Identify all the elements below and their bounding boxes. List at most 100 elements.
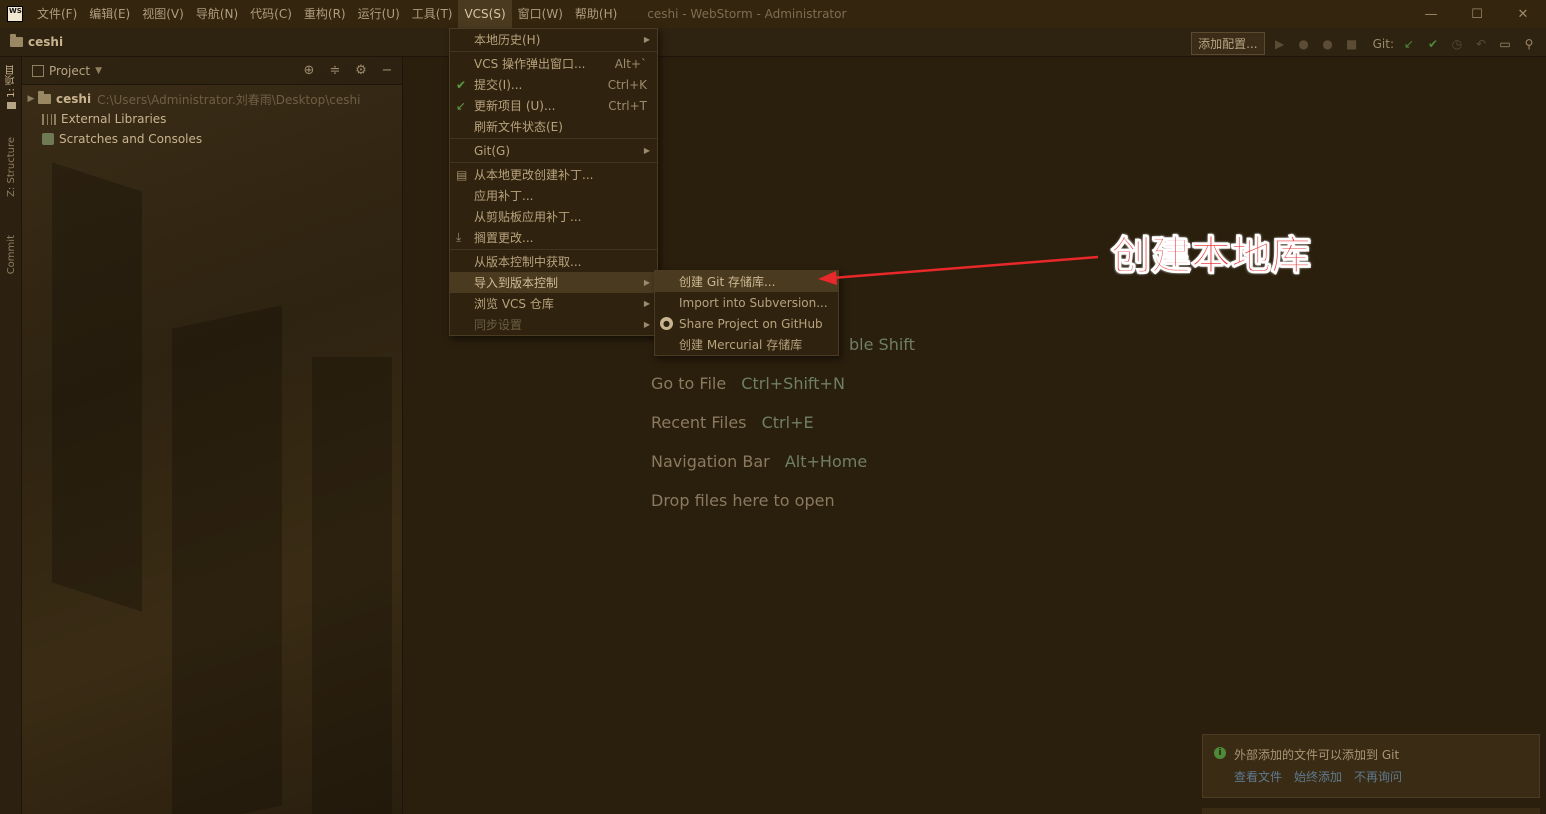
menu-item-label: 从剪贴板应用补丁... bbox=[474, 210, 582, 224]
menu-item-label: VCS 操作弹出窗口... bbox=[474, 57, 586, 71]
hide-panel-icon[interactable]: − bbox=[378, 63, 396, 79]
annotation-label: 创建本地库 bbox=[1111, 233, 1312, 280]
background-building bbox=[312, 357, 392, 814]
tree-item-external-libraries[interactable]: External Libraries bbox=[22, 109, 402, 129]
notification-message: 外部添加的文件可以添加到 Git bbox=[1234, 748, 1400, 762]
menu-tools[interactable]: 工具(T) bbox=[406, 0, 459, 28]
dont-ask-again-link[interactable]: 不再询问 bbox=[1354, 768, 1402, 785]
menu-item-label: 导入到版本控制 bbox=[474, 276, 559, 290]
always-add-link[interactable]: 始终添加 bbox=[1294, 768, 1342, 785]
tree-item-label: Scratches and Consoles bbox=[59, 132, 203, 146]
menu-item-get-from-vcs[interactable]: 从版本控制中获取... bbox=[450, 251, 657, 272]
submenu-item-create-mercurial-repo[interactable]: 创建 Mercurial 存储库 bbox=[655, 334, 838, 355]
folder-icon bbox=[38, 91, 51, 104]
chevron-down-icon[interactable]: ▼ bbox=[95, 66, 102, 76]
menu-item-label: 更新项目 (U)... bbox=[474, 99, 556, 113]
search-icon[interactable]: ⚲ bbox=[1520, 35, 1538, 53]
hint-drop-files: Drop files here to open bbox=[651, 491, 835, 510]
coverage-icon[interactable]: ● bbox=[1319, 35, 1337, 53]
title-bar: WS 文件(F) 编辑(E) 视图(V) 导航(N) 代码(C) 重构(R) 运… bbox=[0, 0, 1546, 28]
submenu-arrow-icon: ▶ bbox=[643, 320, 650, 329]
run-toolbar: 添加配置... ▶ ● ● ■ Git: ↙ ✔ ◷ ↶ ▭ ⚲ bbox=[1191, 32, 1538, 55]
minimize-button[interactable]: — bbox=[1408, 0, 1454, 28]
project-view-selector[interactable]: Project bbox=[49, 64, 90, 78]
menu-navigate[interactable]: 导航(N) bbox=[190, 0, 244, 28]
project-panel-actions: ⊕ ≑ ⚙ − bbox=[300, 63, 396, 79]
menu-item-label: 浏览 VCS 仓库 bbox=[474, 297, 554, 311]
expand-arrow-icon[interactable]: ▶ bbox=[24, 94, 38, 104]
git-rollback-icon[interactable]: ↶ bbox=[1472, 35, 1490, 53]
hint-navigation-bar: Navigation Bar Alt+Home bbox=[651, 452, 867, 471]
menu-item-label: 应用补丁... bbox=[474, 189, 534, 203]
hint-key: Ctrl+E bbox=[761, 413, 814, 432]
menu-item-label: 刷新文件状态(E) bbox=[474, 120, 563, 134]
menu-item-browse-vcs-repo[interactable]: 浏览 VCS 仓库 ▶ bbox=[450, 293, 657, 314]
collapse-all-icon[interactable]: ≑ bbox=[326, 63, 344, 79]
stop-icon[interactable]: ■ bbox=[1343, 35, 1361, 53]
tree-item-scratches[interactable]: Scratches and Consoles bbox=[22, 129, 402, 149]
menu-refactor[interactable]: 重构(R) bbox=[298, 0, 352, 28]
menu-separator bbox=[450, 249, 657, 250]
submenu-item-label: 创建 Mercurial 存储库 bbox=[679, 338, 803, 352]
menu-view[interactable]: 视图(V) bbox=[136, 0, 190, 28]
git-commit-icon[interactable]: ✔ bbox=[1424, 35, 1442, 53]
menu-item-label: 同步设置 bbox=[474, 318, 523, 332]
menu-item-local-history[interactable]: 本地历史(H) ▶ bbox=[450, 29, 657, 50]
menu-item-label: 提交(I)... bbox=[474, 78, 523, 92]
git-history-icon[interactable]: ◷ bbox=[1448, 35, 1466, 53]
presentation-mode-icon[interactable]: ▭ bbox=[1496, 35, 1514, 53]
tree-item-project-root[interactable]: ▶ ceshi C:\Users\Administrator.刘春雨\Deskt… bbox=[22, 89, 402, 109]
submenu-item-share-github[interactable]: ● Share Project on GitHub bbox=[655, 313, 838, 334]
add-configuration-button[interactable]: 添加配置... bbox=[1191, 32, 1265, 55]
tool-tab-structure[interactable]: Z: Structure bbox=[3, 137, 19, 197]
menu-edit[interactable]: 编辑(E) bbox=[83, 0, 136, 28]
debug-icon[interactable]: ● bbox=[1295, 35, 1313, 53]
menu-separator bbox=[450, 51, 657, 52]
menu-item-label: 从本地更改创建补丁... bbox=[474, 168, 594, 182]
gear-icon[interactable]: ⚙ bbox=[352, 63, 370, 79]
hint-key: Ctrl+Shift+N bbox=[741, 374, 845, 393]
menu-item-label: Git(G) bbox=[474, 143, 510, 158]
menu-item-vcs-popup[interactable]: VCS 操作弹出窗口... Alt+` bbox=[450, 53, 657, 74]
menu-code[interactable]: 代码(C) bbox=[244, 0, 298, 28]
menu-item-apply-patch-clipboard[interactable]: 从剪贴板应用补丁... bbox=[450, 206, 657, 227]
menu-help[interactable]: 帮助(H) bbox=[569, 0, 623, 28]
menu-item-label: 从版本控制中获取... bbox=[474, 255, 582, 269]
breadcrumb-project[interactable]: ceshi bbox=[10, 34, 64, 49]
menu-item-commit[interactable]: ✔ 提交(I)... Ctrl+K bbox=[450, 74, 657, 95]
menu-item-import-into-vcs[interactable]: 导入到版本控制 ▶ bbox=[450, 272, 657, 293]
close-button[interactable]: ✕ bbox=[1500, 0, 1546, 28]
hint-key: Alt+Home bbox=[784, 452, 868, 471]
project-view-icon bbox=[32, 64, 44, 77]
menu-item-shelve-changes[interactable]: ⤓ 搁置更改... bbox=[450, 227, 657, 248]
submenu-item-import-subversion[interactable]: Import into Subversion... bbox=[655, 292, 838, 313]
git-update-icon[interactable]: ↙ bbox=[1400, 35, 1418, 53]
submenu-item-create-git-repo[interactable]: 创建 Git 存储库... bbox=[655, 271, 838, 292]
project-panel-header: Project ▼ ⊕ ≑ ⚙ − bbox=[22, 57, 402, 85]
locate-file-icon[interactable]: ⊕ bbox=[300, 63, 318, 79]
menu-item-update-project[interactable]: ↙ 更新项目 (U)... Ctrl+T bbox=[450, 95, 657, 116]
menu-file[interactable]: 文件(F) bbox=[31, 0, 83, 28]
maximize-button[interactable]: ☐ bbox=[1454, 0, 1500, 28]
menu-item-apply-patch[interactable]: 应用补丁... bbox=[450, 185, 657, 206]
window-controls: — ☐ ✕ bbox=[1408, 0, 1546, 28]
menu-window[interactable]: 窗口(W) bbox=[512, 0, 569, 28]
menu-item-refresh-status[interactable]: 刷新文件状态(E) bbox=[450, 116, 657, 137]
git-label: Git: bbox=[1372, 36, 1394, 51]
run-icon[interactable]: ▶ bbox=[1271, 35, 1289, 53]
menu-item-create-patch[interactable]: ▤ 从本地更改创建补丁... bbox=[450, 164, 657, 185]
submenu-arrow-icon: ▶ bbox=[643, 35, 650, 44]
breadcrumb-project-label: ceshi bbox=[28, 35, 64, 49]
view-files-link[interactable]: 查看文件 bbox=[1234, 768, 1282, 785]
menu-separator bbox=[450, 162, 657, 163]
hint-search-everywhere: ble Shift bbox=[839, 335, 915, 354]
tool-tab-project[interactable]: 1: 项目 bbox=[3, 65, 19, 109]
menu-item-git[interactable]: Git(G) ▶ bbox=[450, 140, 657, 161]
tool-tab-commit[interactable]: Commit bbox=[3, 235, 19, 274]
menu-item-shortcut: Alt+` bbox=[614, 56, 647, 71]
background-building bbox=[172, 305, 282, 814]
menu-run[interactable]: 运行(U) bbox=[352, 0, 406, 28]
folder-icon bbox=[10, 34, 23, 47]
menu-item-shortcut: Ctrl+K bbox=[607, 77, 647, 92]
menu-vcs[interactable]: VCS(S) bbox=[458, 0, 512, 28]
